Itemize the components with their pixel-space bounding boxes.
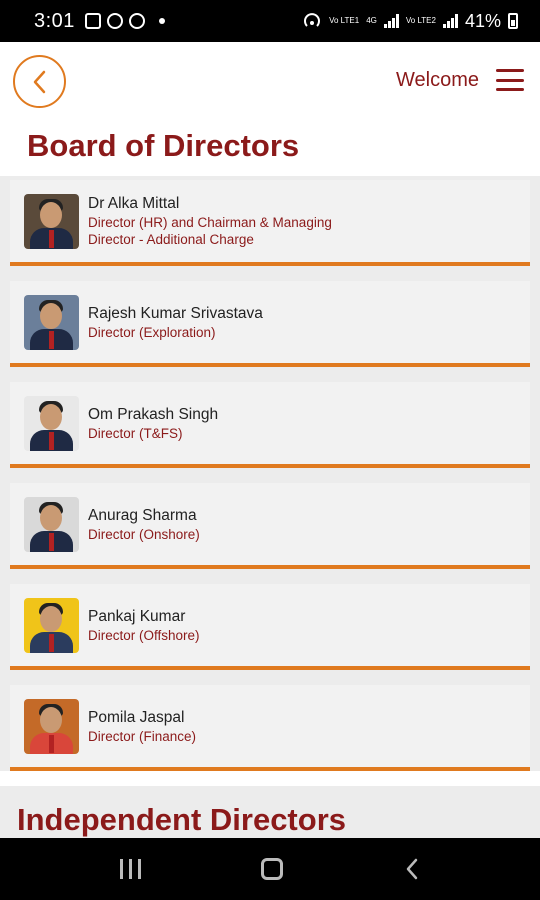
- hotspot-icon: [304, 13, 321, 27]
- director-photo: [24, 395, 79, 451]
- director-designation: Director (Finance): [88, 728, 197, 744]
- signal2-icon: [442, 14, 458, 28]
- director-designation: Director (Offshore): [88, 627, 200, 643]
- home-button[interactable]: [261, 858, 284, 880]
- network-4g-label: 4G: [366, 16, 377, 25]
- status-time: 3:01: [34, 9, 75, 32]
- hamburger-icon-line: [496, 69, 524, 72]
- director-designation: Director (HR) and Chairman & Managing Di…: [88, 215, 332, 247]
- back-button[interactable]: [13, 55, 66, 108]
- hamburger-icon-line: [496, 78, 524, 82]
- recents-icon: [120, 859, 124, 879]
- recents-icon: [129, 859, 133, 879]
- director-photo: [24, 496, 79, 552]
- whatsapp-icon: [106, 13, 123, 29]
- director-designation: Director (Exploration): [88, 324, 216, 340]
- independent-title: Independent Directors: [17, 802, 346, 837]
- welcome-label[interactable]: Welcome: [396, 69, 479, 92]
- volte2-label: Vo LTE2: [405, 16, 436, 25]
- back-nav-button[interactable]: [404, 857, 420, 881]
- more-notifications-dot-icon: [158, 18, 165, 24]
- director-info: Om Prakash Singh Director (T&FS): [88, 405, 218, 442]
- directors-list: Dr Alka Mittal Director (HR) and Chairman…: [10, 176, 530, 771]
- director-info: Rajesh Kumar Srivastava Director (Explora…: [88, 304, 263, 341]
- director-card[interactable]: Pomila Jaspal Director (Finance): [10, 685, 530, 771]
- system-nav-bar: [0, 838, 540, 900]
- scroll-content[interactable]: Board of Directors Dr Alka Mittal Directo…: [0, 122, 540, 838]
- recents-button[interactable]: [120, 859, 142, 879]
- director-designation: Director (T&FS): [88, 425, 183, 441]
- director-name: Anurag Sharma: [88, 506, 197, 524]
- director-photo: [24, 193, 79, 249]
- app-icon: [128, 13, 145, 29]
- director-card[interactable]: Om Prakash Singh Director (T&FS): [10, 382, 530, 468]
- recents-icon: [138, 859, 142, 879]
- director-name: Pomila Jaspal: [88, 708, 185, 726]
- status-bar: 3:01 Vo LTE1 4G Vo LTE2 41%: [0, 0, 540, 42]
- hamburger-icon-line: [496, 88, 524, 91]
- director-photo: [24, 597, 79, 653]
- board-title: Board of Directors: [27, 128, 300, 163]
- director-name: Om Prakash Singh: [88, 405, 219, 423]
- notification-icons: [84, 13, 165, 29]
- director-designation: Director (Onshore): [88, 526, 200, 542]
- director-card[interactable]: Anurag Sharma Director (Onshore): [10, 483, 530, 569]
- director-name: Pankaj Kumar: [88, 607, 186, 625]
- director-info: Pankaj Kumar Director (Offshore): [88, 607, 200, 644]
- director-card[interactable]: Rajesh Kumar Srivastava Director (Explora…: [10, 281, 530, 367]
- director-info: Dr Alka Mittal Director (HR) and Chairman…: [88, 194, 353, 248]
- director-info: Anurag Sharma Director (Onshore): [88, 506, 200, 543]
- gallery-icon: [84, 13, 101, 29]
- app-header: Welcome: [0, 42, 540, 122]
- director-card[interactable]: Dr Alka Mittal Director (HR) and Chairman…: [10, 180, 530, 266]
- director-info: Pomila Jaspal Director (Finance): [88, 708, 196, 745]
- director-card[interactable]: Pankaj Kumar Director (Offshore): [10, 584, 530, 670]
- battery-icon: [508, 13, 518, 29]
- chevron-left-icon: [33, 70, 45, 93]
- independent-section: Independent Directors: [0, 786, 540, 838]
- director-name: Dr Alka Mittal: [88, 195, 180, 212]
- battery-percent: 41%: [464, 10, 501, 31]
- director-photo: [24, 294, 79, 350]
- director-photo: [24, 698, 79, 754]
- signal1-icon: [383, 14, 399, 28]
- volte1-label: Vo LTE1: [329, 16, 360, 25]
- menu-button[interactable]: [496, 69, 524, 91]
- director-name: Rajesh Kumar Srivastava: [88, 304, 263, 322]
- directors-panel: Dr Alka Mittal Director (HR) and Chairman…: [0, 176, 540, 771]
- status-right: Vo LTE1 4G Vo LTE2 41%: [302, 11, 518, 32]
